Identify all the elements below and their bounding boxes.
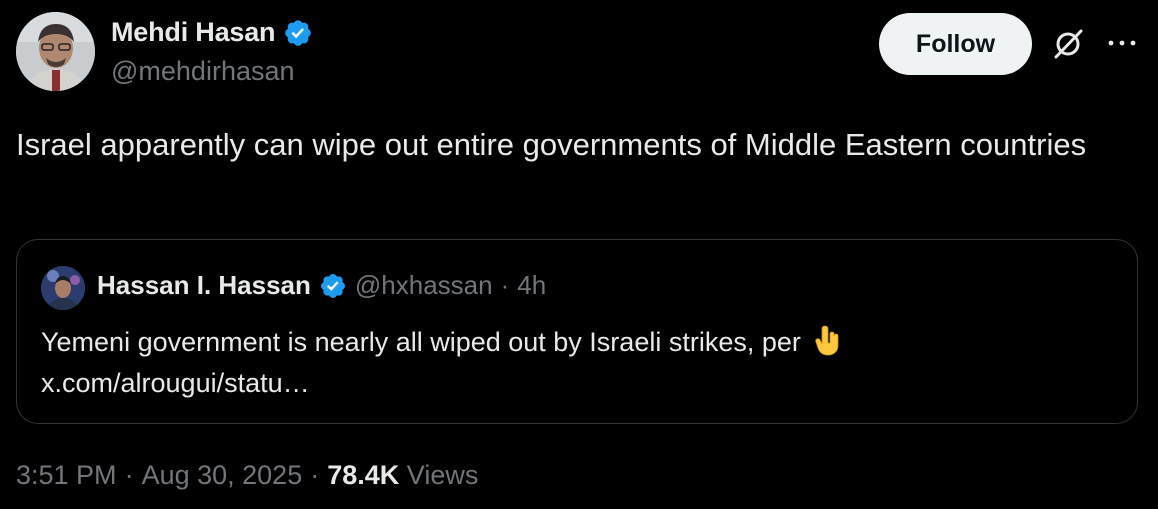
quoted-tweet-body: Yemeni government is nearly all wiped ou… — [41, 327, 801, 357]
quoted-author-name[interactable]: Hassan I. Hassan — [97, 270, 311, 301]
author-handle[interactable]: @mehdirhasan — [111, 56, 295, 87]
quoted-tweet-link[interactable]: x.com/alrougui/statu… — [41, 368, 310, 398]
quoted-author-handle[interactable]: @hxhassan — [355, 270, 493, 301]
views-group[interactable]: 78.4K Views — [327, 460, 478, 491]
separator-dot: · — [310, 460, 320, 490]
pointing-down-emoji-icon — [815, 325, 839, 356]
tweet-text: Israel apparently can wipe out entire go… — [16, 127, 1087, 162]
more-options-icon[interactable] — [1106, 36, 1138, 50]
views-label: Views — [406, 460, 479, 490]
quoted-tweet-time[interactable]: 4h — [517, 270, 546, 301]
views-count: 78.4K — [327, 460, 400, 490]
author-avatar[interactable] — [16, 12, 95, 91]
quoted-tweet-header: Hassan I. Hassan @hxhassan · 4h — [97, 270, 546, 301]
tweet-time[interactable]: 3:51 PM — [16, 460, 117, 491]
follow-button[interactable]: Follow — [879, 13, 1032, 75]
separator-dot: · — [124, 460, 134, 490]
quoted-tweet-text: Yemeni government is nearly all wiped ou… — [41, 322, 1101, 404]
separator-dot: · — [500, 270, 510, 300]
grok-icon[interactable] — [1050, 26, 1086, 62]
author-name-row[interactable]: Mehdi Hasan — [111, 17, 313, 48]
verified-badge-icon — [320, 273, 345, 298]
verified-badge-icon — [285, 19, 312, 46]
quoted-author-avatar[interactable] — [41, 266, 85, 310]
quoted-tweet-card[interactable]: Hassan I. Hassan @hxhassan · 4h Yemeni g… — [16, 239, 1138, 424]
tweet-date[interactable]: Aug 30, 2025 — [142, 460, 303, 491]
author-name[interactable]: Mehdi Hasan — [111, 17, 276, 48]
tweet-meta: 3:51 PM · Aug 30, 2025 · 78.4K Views — [16, 460, 478, 491]
